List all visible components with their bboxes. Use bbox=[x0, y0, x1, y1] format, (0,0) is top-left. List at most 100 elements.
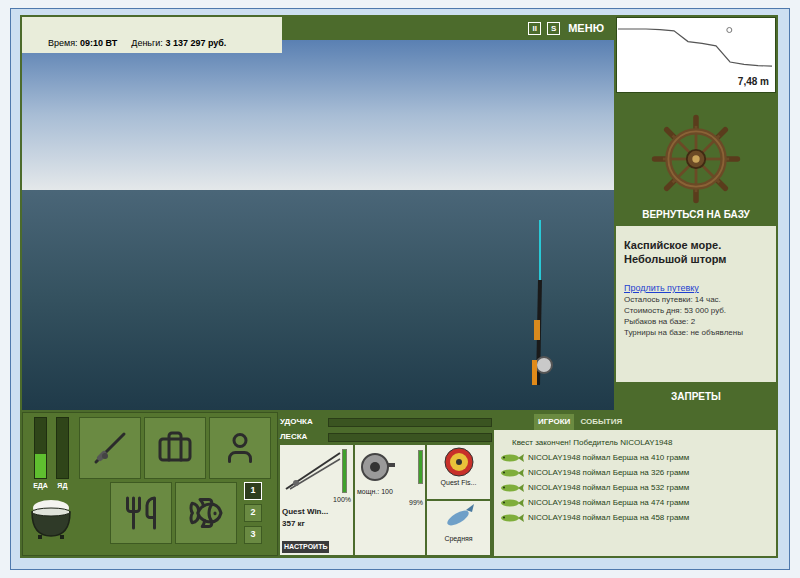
line-spool-icon bbox=[443, 446, 475, 478]
lure-cell[interactable]: Средняя bbox=[427, 501, 490, 555]
side-column: 7,48 m ВЕРНУТЬСЯ НА БАЗУ Каспийское море.Н… bbox=[616, 17, 776, 410]
event-row: Квест закончен! Победитель NICOLAY1948 bbox=[500, 435, 776, 450]
rod-icon bbox=[282, 449, 342, 493]
money: Деньги: 3 137 297 руб. bbox=[131, 37, 226, 51]
event-row: NICOLAY1948 поймал Берша на 326 грамм bbox=[500, 465, 776, 480]
rod-name: Quest Win... bbox=[282, 506, 351, 518]
need-label: ЯД bbox=[57, 481, 67, 492]
depth-reading: 7,48 m bbox=[738, 74, 769, 89]
tension-bars: УДОЧКА ЛЕСКА bbox=[280, 412, 492, 443]
bottom-area: ЕДА ЯД 1 2 3 УДОЧКА ЛЕСКА 100%Quest Win...357 к… bbox=[22, 412, 776, 556]
tension-row: ЛЕСКА bbox=[280, 431, 492, 443]
top-button[interactable]: S bbox=[547, 22, 560, 35]
need-fill bbox=[35, 454, 46, 478]
event-row: NICOLAY1948 поймал Берша на 532 грамм bbox=[500, 480, 776, 495]
tackle-cells: 100%Quest Win...357 кгНАСТРОИТЬмощн.: 10… bbox=[280, 445, 492, 556]
ship-wheel-icon bbox=[650, 113, 742, 205]
page: II S МЕНЮ Время: 09:10 ВТ Деньги: 3 137 297 … bbox=[0, 0, 800, 578]
reel-cell[interactable]: мощн.: 10099% bbox=[355, 445, 425, 555]
event-text: NICOLAY1948 поймал Берша на 410 грамм bbox=[528, 452, 689, 464]
tab[interactable]: ИГРОКИ bbox=[534, 414, 574, 430]
location-detail: Стоимость дня: 53 000 руб. bbox=[624, 305, 768, 316]
rods-button[interactable] bbox=[79, 417, 141, 479]
line-cell[interactable]: Quest Fis... bbox=[427, 445, 490, 499]
event-text: NICOLAY1948 поймал Берша на 474 грамм bbox=[528, 497, 689, 509]
event-text: NICOLAY1948 поймал Берша на 326 грамм bbox=[528, 467, 689, 479]
tension-row: УДОЧКА bbox=[280, 416, 492, 428]
tension-track bbox=[328, 433, 492, 442]
tension-label: УДОЧКА bbox=[280, 416, 326, 428]
lure-icon bbox=[442, 502, 476, 534]
location-detail: Турниры на базе: не объявлены bbox=[624, 327, 768, 338]
need-track bbox=[34, 417, 47, 479]
setup-button[interactable]: НАСТРОИТЬ bbox=[282, 541, 329, 554]
game-frame: II S МЕНЮ Время: 09:10 ВТ Деньги: 3 137 297 … bbox=[20, 15, 778, 558]
slot-button[interactable]: 2 bbox=[244, 504, 262, 522]
fish-icon bbox=[500, 483, 524, 493]
food-button[interactable] bbox=[110, 482, 172, 544]
tension-track bbox=[328, 418, 492, 427]
event-text: NICOLAY1948 поймал Берша на 458 грамм bbox=[528, 512, 689, 524]
needs: ЕДА ЯД bbox=[23, 417, 79, 555]
fisherman-button[interactable] bbox=[209, 417, 271, 479]
slot-button[interactable]: 3 bbox=[244, 526, 262, 544]
rod-cell[interactable]: 100%Quest Win...357 кгНАСТРОИТЬ bbox=[280, 445, 353, 555]
slot-button[interactable]: 1 bbox=[244, 482, 262, 500]
status-panel: Время: 09:10 ВТ Деньги: 3 137 297 руб. bbox=[22, 17, 282, 53]
fish-icon bbox=[500, 468, 524, 478]
fisherman-icon bbox=[222, 430, 258, 466]
top-button[interactable]: II bbox=[528, 22, 541, 35]
top-button[interactable]: МЕНЮ bbox=[566, 23, 606, 34]
reel-condition-bar bbox=[418, 450, 423, 484]
tackle-panel: УДОЧКА ЛЕСКА 100%Quest Win...357 кгНАСТРОИ… bbox=[280, 412, 492, 556]
event-row: NICOLAY1948 поймал Берша на 474 грамм bbox=[500, 495, 776, 510]
event-text: NICOLAY1948 поймал Берша на 532 грамм bbox=[528, 482, 689, 494]
rod-condition-bar bbox=[342, 449, 347, 493]
catch-button[interactable] bbox=[175, 482, 237, 544]
sea bbox=[22, 190, 614, 410]
reel-picture bbox=[357, 447, 423, 487]
bar-fill bbox=[343, 450, 346, 492]
pot-icon[interactable] bbox=[26, 496, 76, 540]
tackle-box-icon bbox=[157, 430, 193, 466]
top-area: II S МЕНЮ Время: 09:10 ВТ Деньги: 3 137 297 … bbox=[22, 17, 776, 410]
player-panel: ЕДА ЯД 1 2 3 bbox=[22, 412, 278, 556]
bans-button[interactable]: ЗАПРЕТЫ bbox=[616, 382, 776, 410]
need-bars: ЕДА ЯД bbox=[33, 417, 69, 492]
fish-icon bbox=[500, 513, 524, 523]
location-detail: Рыбаков на базе: 2 bbox=[624, 316, 768, 327]
depth-chart: 7,48 m bbox=[616, 17, 776, 93]
need: ЯД bbox=[56, 417, 69, 492]
chat-panel: ИГРОКИСОБЫТИЯКвест закончен! Победитель … bbox=[494, 412, 776, 556]
reel-power: мощн.: 100 bbox=[357, 487, 423, 498]
bar-fill bbox=[419, 451, 422, 483]
base-button[interactable]: ВЕРНУТЬСЯ НА БАЗУ bbox=[642, 207, 750, 222]
base-area[interactable]: ВЕРНУТЬСЯ НА БАЗУ bbox=[616, 93, 776, 226]
rod-icon bbox=[90, 428, 130, 468]
slots: 1 2 3 bbox=[244, 482, 262, 544]
window: II S МЕНЮ Время: 09:10 ВТ Деньги: 3 137 297 … bbox=[10, 8, 790, 570]
event-list: Квест закончен! Победитель NICOLAY1948 NI… bbox=[494, 430, 776, 556]
reel-condition: 99% bbox=[357, 498, 423, 509]
scene-photo bbox=[22, 40, 614, 410]
need-track bbox=[56, 417, 69, 479]
pot[interactable] bbox=[26, 496, 76, 540]
tools-row: 1 2 3 bbox=[79, 482, 271, 544]
tab[interactable]: СОБЫТИЯ bbox=[576, 414, 626, 430]
fishing-rod-icon bbox=[522, 220, 558, 385]
location-panel: Каспийское море.Небольшой штормПродлить … bbox=[616, 226, 776, 382]
fish-icon bbox=[188, 495, 224, 531]
tackle-box-button[interactable] bbox=[144, 417, 206, 479]
scene-column: II S МЕНЮ Время: 09:10 ВТ Деньги: 3 137 297 … bbox=[22, 17, 614, 410]
event-row: NICOLAY1948 поймал Берша на 410 грамм bbox=[500, 450, 776, 465]
fish-icon bbox=[500, 498, 524, 508]
extend-link[interactable]: Продлить путевку bbox=[624, 282, 768, 294]
line-lure-cell: Quest Fis... Средняя bbox=[427, 445, 490, 555]
lure-size: Средняя bbox=[444, 534, 472, 545]
time: Время: 09:10 ВТ bbox=[48, 37, 117, 51]
tools: 1 2 3 bbox=[79, 417, 271, 555]
rod-picture bbox=[282, 447, 351, 495]
event-row: NICOLAY1948 поймал Берша на 458 грамм bbox=[500, 510, 776, 525]
need: ЕДА bbox=[33, 417, 48, 492]
tabs: ИГРОКИСОБЫТИЯ bbox=[494, 412, 776, 430]
